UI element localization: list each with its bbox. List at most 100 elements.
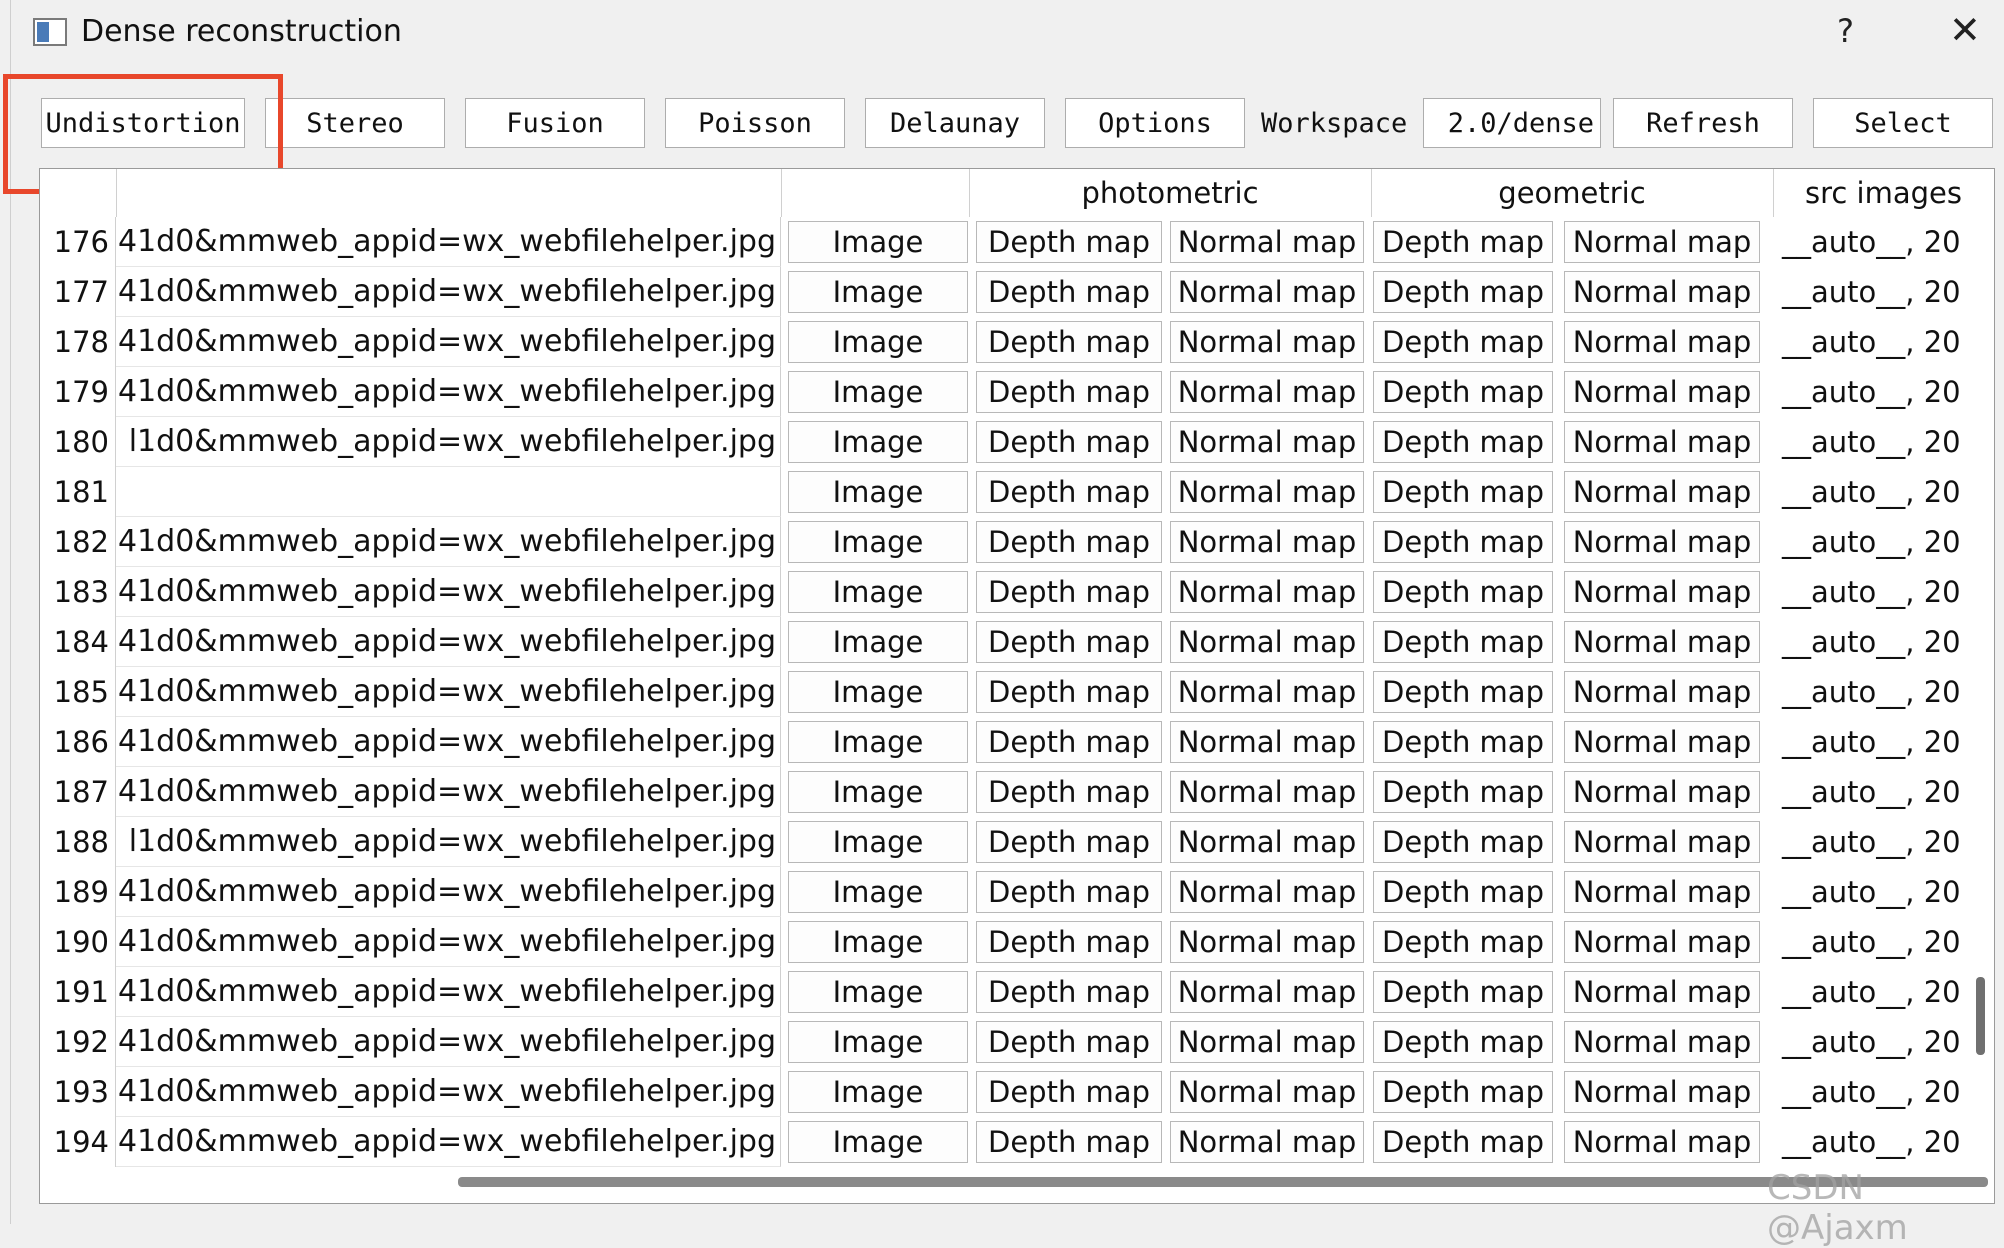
- geometric-depth-map-button[interactable]: Depth map: [1373, 1121, 1553, 1163]
- image-button[interactable]: Image: [788, 1121, 968, 1163]
- photometric-normal-map-button[interactable]: Normal map: [1170, 971, 1364, 1013]
- image-button[interactable]: Image: [788, 721, 968, 763]
- geometric-depth-map-button[interactable]: Depth map: [1373, 771, 1553, 813]
- geometric-normal-map-button[interactable]: Normal map: [1564, 621, 1760, 663]
- close-icon[interactable]: ✕: [1949, 8, 1981, 52]
- geometric-depth-map-button[interactable]: Depth map: [1373, 1021, 1553, 1063]
- options-button[interactable]: Options: [1065, 98, 1245, 148]
- image-button[interactable]: Image: [788, 821, 968, 863]
- photometric-depth-map-button[interactable]: Depth map: [976, 271, 1162, 313]
- image-button[interactable]: Image: [788, 471, 968, 513]
- image-button[interactable]: Image: [788, 871, 968, 913]
- photometric-normal-map-button[interactable]: Normal map: [1170, 521, 1364, 563]
- geometric-normal-map-button[interactable]: Normal map: [1564, 1071, 1760, 1113]
- image-button[interactable]: Image: [788, 221, 968, 263]
- geometric-normal-map-button[interactable]: Normal map: [1564, 421, 1760, 463]
- geometric-normal-map-button[interactable]: Normal map: [1564, 571, 1760, 613]
- poisson-button[interactable]: Poisson: [665, 98, 845, 148]
- geometric-normal-map-button[interactable]: Normal map: [1564, 371, 1760, 413]
- geometric-depth-map-button[interactable]: Depth map: [1373, 371, 1553, 413]
- geometric-normal-map-button[interactable]: Normal map: [1564, 671, 1760, 713]
- photometric-depth-map-button[interactable]: Depth map: [976, 571, 1162, 613]
- photometric-normal-map-button[interactable]: Normal map: [1170, 771, 1364, 813]
- geometric-depth-map-button[interactable]: Depth map: [1373, 821, 1553, 863]
- geometric-depth-map-button[interactable]: Depth map: [1373, 571, 1553, 613]
- geometric-normal-map-button[interactable]: Normal map: [1564, 921, 1760, 963]
- image-button[interactable]: Image: [788, 1071, 968, 1113]
- photometric-normal-map-button[interactable]: Normal map: [1170, 371, 1364, 413]
- geometric-normal-map-button[interactable]: Normal map: [1564, 821, 1760, 863]
- image-button[interactable]: Image: [788, 571, 968, 613]
- image-button[interactable]: Image: [788, 921, 968, 963]
- geometric-normal-map-button[interactable]: Normal map: [1564, 521, 1760, 563]
- photometric-depth-map-button[interactable]: Depth map: [976, 221, 1162, 263]
- photometric-depth-map-button[interactable]: Depth map: [976, 471, 1162, 513]
- geometric-depth-map-button[interactable]: Depth map: [1373, 871, 1553, 913]
- geometric-normal-map-button[interactable]: Normal map: [1564, 771, 1760, 813]
- geometric-depth-map-button[interactable]: Depth map: [1373, 321, 1553, 363]
- geometric-normal-map-button[interactable]: Normal map: [1564, 1021, 1760, 1063]
- photometric-normal-map-button[interactable]: Normal map: [1170, 1021, 1364, 1063]
- photometric-depth-map-button[interactable]: Depth map: [976, 921, 1162, 963]
- photometric-depth-map-button[interactable]: Depth map: [976, 371, 1162, 413]
- photometric-normal-map-button[interactable]: Normal map: [1170, 621, 1364, 663]
- geometric-normal-map-button[interactable]: Normal map: [1564, 321, 1760, 363]
- vertical-scrollbar[interactable]: [1976, 977, 1985, 1055]
- photometric-normal-map-button[interactable]: Normal map: [1170, 821, 1364, 863]
- photometric-normal-map-button[interactable]: Normal map: [1170, 921, 1364, 963]
- photometric-depth-map-button[interactable]: Depth map: [976, 1071, 1162, 1113]
- geometric-depth-map-button[interactable]: Depth map: [1373, 971, 1553, 1013]
- help-button[interactable]: ?: [1837, 12, 1854, 50]
- geometric-normal-map-button[interactable]: Normal map: [1564, 721, 1760, 763]
- geometric-depth-map-button[interactable]: Depth map: [1373, 1071, 1553, 1113]
- photometric-normal-map-button[interactable]: Normal map: [1170, 871, 1364, 913]
- stereo-button[interactable]: Stereo: [265, 98, 445, 148]
- refresh-button[interactable]: Refresh: [1613, 98, 1793, 148]
- photometric-normal-map-button[interactable]: Normal map: [1170, 671, 1364, 713]
- geometric-depth-map-button[interactable]: Depth map: [1373, 921, 1553, 963]
- photometric-depth-map-button[interactable]: Depth map: [976, 671, 1162, 713]
- photometric-depth-map-button[interactable]: Depth map: [976, 421, 1162, 463]
- photometric-depth-map-button[interactable]: Depth map: [976, 771, 1162, 813]
- photometric-normal-map-button[interactable]: Normal map: [1170, 721, 1364, 763]
- image-button[interactable]: Image: [788, 321, 968, 363]
- geometric-depth-map-button[interactable]: Depth map: [1373, 221, 1553, 263]
- horizontal-scrollbar[interactable]: [458, 1177, 1988, 1187]
- geometric-normal-map-button[interactable]: Normal map: [1564, 271, 1760, 313]
- geometric-depth-map-button[interactable]: Depth map: [1373, 671, 1553, 713]
- select-button[interactable]: Select: [1813, 98, 1993, 148]
- photometric-depth-map-button[interactable]: Depth map: [976, 821, 1162, 863]
- workspace-path-field[interactable]: 2.0/dense: [1423, 98, 1601, 148]
- image-button[interactable]: Image: [788, 771, 968, 813]
- photometric-depth-map-button[interactable]: Depth map: [976, 1121, 1162, 1163]
- photometric-depth-map-button[interactable]: Depth map: [976, 871, 1162, 913]
- image-button[interactable]: Image: [788, 621, 968, 663]
- geometric-normal-map-button[interactable]: Normal map: [1564, 971, 1760, 1013]
- photometric-depth-map-button[interactable]: Depth map: [976, 1021, 1162, 1063]
- image-button[interactable]: Image: [788, 371, 968, 413]
- photometric-depth-map-button[interactable]: Depth map: [976, 321, 1162, 363]
- photometric-normal-map-button[interactable]: Normal map: [1170, 1071, 1364, 1113]
- photometric-normal-map-button[interactable]: Normal map: [1170, 271, 1364, 313]
- photometric-depth-map-button[interactable]: Depth map: [976, 621, 1162, 663]
- photometric-normal-map-button[interactable]: Normal map: [1170, 1121, 1364, 1163]
- geometric-normal-map-button[interactable]: Normal map: [1564, 871, 1760, 913]
- image-button[interactable]: Image: [788, 1021, 968, 1063]
- geometric-depth-map-button[interactable]: Depth map: [1373, 521, 1553, 563]
- geometric-normal-map-button[interactable]: Normal map: [1564, 221, 1760, 263]
- photometric-depth-map-button[interactable]: Depth map: [976, 721, 1162, 763]
- geometric-depth-map-button[interactable]: Depth map: [1373, 471, 1553, 513]
- image-button[interactable]: Image: [788, 521, 968, 563]
- fusion-button[interactable]: Fusion: [465, 98, 645, 148]
- photometric-depth-map-button[interactable]: Depth map: [976, 971, 1162, 1013]
- geometric-normal-map-button[interactable]: Normal map: [1564, 471, 1760, 513]
- photometric-depth-map-button[interactable]: Depth map: [976, 521, 1162, 563]
- image-button[interactable]: Image: [788, 671, 968, 713]
- delaunay-button[interactable]: Delaunay: [865, 98, 1045, 148]
- image-button[interactable]: Image: [788, 421, 968, 463]
- geometric-depth-map-button[interactable]: Depth map: [1373, 721, 1553, 763]
- photometric-normal-map-button[interactable]: Normal map: [1170, 221, 1364, 263]
- photometric-normal-map-button[interactable]: Normal map: [1170, 421, 1364, 463]
- image-button[interactable]: Image: [788, 271, 968, 313]
- image-button[interactable]: Image: [788, 971, 968, 1013]
